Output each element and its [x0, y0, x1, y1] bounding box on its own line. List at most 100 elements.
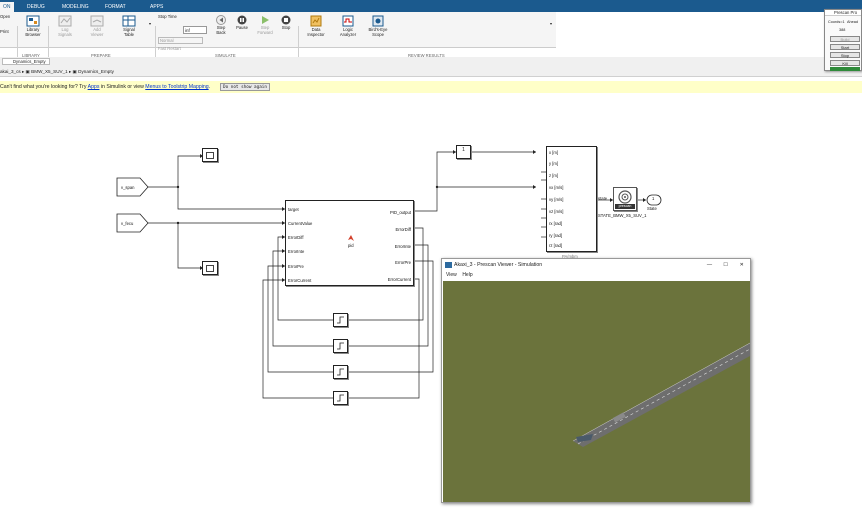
maximize-button[interactable]: ☐ — [723, 259, 728, 271]
step-forward-label: Step Forward — [257, 25, 273, 35]
info-banner: Can't find what you're looking for? Try … — [0, 81, 862, 93]
memory-block[interactable] — [333, 391, 348, 405]
memory-block[interactable] — [333, 313, 348, 327]
stop-time-input[interactable]: inf — [183, 26, 207, 34]
pid-input-port: ErrorCurrent — [288, 278, 312, 283]
panel-field: Coords=1 — [828, 20, 845, 24]
step-forward-button[interactable]: Step Forward — [255, 15, 275, 35]
breadcrumb: akai_3_cs ▸ ▣ BMW_X5_SUV_1 ▸ ▣ Dynamics_… — [0, 69, 114, 74]
open-button[interactable]: Open — [0, 14, 14, 20]
prepare-expand-icon[interactable]: ▾ — [147, 21, 153, 27]
step-back-icon — [216, 15, 226, 25]
tab-modeling[interactable]: MODELING — [62, 2, 89, 12]
kill-button[interactable]: Kill — [830, 60, 860, 66]
mux-port: x [m] — [549, 150, 559, 155]
toolstrip-ribbon: Open Print Library Browser Log Signals A… — [0, 12, 556, 58]
mux-port: y [m] — [549, 161, 559, 166]
birds-eye-scope-button[interactable]: Bird's-Eye Scope — [364, 15, 392, 37]
status-indicator — [830, 67, 860, 71]
info-text-prefix: Can't find what you're looking for? Try — [0, 84, 88, 90]
step-back-label: Step Back — [216, 25, 226, 35]
pid-input-port: ErrorPre — [288, 264, 304, 269]
data-inspector-label: Data Inspector — [307, 27, 325, 37]
mux-port: rx [rad] — [549, 221, 563, 226]
bus-creator-block[interactable]: x [m] y [m] z [m] vx [m/s] vy [m/s] vz [… — [546, 146, 597, 252]
pid-output-port: ErrorInte — [394, 244, 411, 249]
prescan-state-block[interactable]: prescan — [613, 187, 637, 211]
watermark-text: CSDN @Akaxi-1 — [761, 494, 858, 509]
birds-eye-scope-icon — [372, 15, 384, 27]
pid-input-port: CurrentValue — [288, 221, 313, 226]
library-browser-button[interactable]: Library Browser — [20, 15, 46, 37]
data-inspector-icon — [310, 15, 322, 27]
input-port-label: v_span — [121, 185, 135, 190]
constant-block[interactable]: 1 — [456, 145, 471, 159]
simulation-mode-select[interactable]: Normal — [158, 37, 203, 44]
build-button[interactable]: Build — [830, 36, 860, 42]
tab-format[interactable]: FORMAT — [105, 2, 126, 12]
simulation-3d-view[interactable] — [443, 281, 750, 502]
tab-simulation[interactable]: ON — [0, 2, 14, 12]
panel-title: Prescan Pro — [825, 10, 861, 16]
add-viewer-button[interactable]: Add Viewer — [84, 15, 110, 37]
tab-apps[interactable]: APPS — [150, 2, 163, 12]
prescan-port-label: state — [598, 196, 608, 201]
pause-button[interactable]: Pause — [233, 15, 251, 31]
log-signals-button[interactable]: Log Signals — [52, 15, 78, 37]
logic-analyzer-label: Logic Analyzer — [339, 27, 357, 37]
breadcrumb-item[interactable]: akai_3_cs — [0, 69, 21, 74]
memory-block[interactable] — [333, 365, 348, 379]
memory-block[interactable] — [333, 339, 348, 353]
close-button[interactable]: ✕ — [740, 259, 744, 271]
constant-value: 1 — [462, 147, 465, 153]
step-forward-icon — [262, 16, 269, 24]
data-inspector-button[interactable]: Data Inspector — [302, 15, 330, 37]
model-tab[interactable]: Dynamics_Empty — [2, 58, 50, 65]
pid-output-port: PID_output — [390, 210, 411, 215]
mux-port: rz [rad] — [549, 243, 563, 248]
scope-block[interactable] — [202, 148, 218, 162]
signal-table-button[interactable]: Signal Table — [116, 15, 142, 37]
breadcrumb-item[interactable]: Dynamics_Empty — [78, 69, 114, 74]
toolstrip-mapping-link[interactable]: Menus to Toolstrip Mapping — [145, 84, 208, 90]
mux-port: vz [m/s] — [549, 209, 564, 214]
logic-analyzer-button[interactable]: Logic Analyzer — [334, 15, 362, 37]
scope-block[interactable] — [202, 261, 218, 275]
viewer-menubar: View Help — [442, 271, 750, 280]
menu-view[interactable]: View — [446, 272, 457, 278]
pid-output-port: ErrorCurrent — [387, 277, 411, 282]
pid-subsystem-block[interactable]: target CurrentValue ErrorDiff ErrorInte … — [285, 200, 414, 286]
birds-eye-scope-label: Bird's-Eye Scope — [368, 27, 388, 37]
pid-output-port: ErrorPre — [395, 260, 411, 265]
log-signals-label: Log Signals — [58, 27, 72, 37]
start-button[interactable]: Start — [830, 44, 860, 50]
step-back-button[interactable]: Step Back — [212, 15, 230, 35]
menu-help[interactable]: Help — [462, 272, 472, 278]
stop-sim-button[interactable]: Stop — [830, 52, 860, 58]
toolstrip-tabs: ON DEBUG MODELING FORMAT APPS — [0, 0, 862, 12]
print-button[interactable]: Print — [0, 29, 14, 35]
matlab-function-icon — [348, 235, 354, 241]
pause-icon — [237, 15, 247, 25]
stop-button[interactable]: Stop — [278, 15, 294, 31]
viewer-app-icon — [445, 262, 452, 268]
stop-time-label: Stop Time — [158, 14, 177, 19]
viewer-title: Akaxi_3 - Prescan Viewer - Simulation — [454, 262, 543, 268]
info-text-suffix: . — [208, 84, 211, 90]
apps-link[interactable]: Apps — [88, 84, 100, 90]
breadcrumb-item[interactable]: BMW_X5_SUV_1 — [31, 69, 68, 74]
dismiss-info-button[interactable]: Do not show again — [220, 83, 270, 91]
signal-table-icon — [122, 15, 136, 27]
road-scene — [572, 342, 750, 447]
tab-debug[interactable]: DEBUG — [27, 2, 45, 12]
fast-restart-button[interactable]: Fast Restart — [158, 46, 198, 52]
mux-port: z [m] — [549, 173, 559, 178]
log-signals-icon — [58, 15, 72, 27]
input-port-label: v_fecu — [121, 221, 134, 226]
prescan-viewer-window[interactable]: Akaxi_3 - Prescan Viewer - Simulation — … — [441, 258, 751, 503]
minimize-button[interactable]: — — [707, 259, 712, 271]
logic-analyzer-icon — [342, 15, 354, 27]
panel-field[interactable]: Ahead — [847, 20, 858, 24]
info-text-middle: in Simulink or view — [99, 84, 146, 90]
review-expand-icon[interactable]: ▾ — [548, 21, 554, 27]
